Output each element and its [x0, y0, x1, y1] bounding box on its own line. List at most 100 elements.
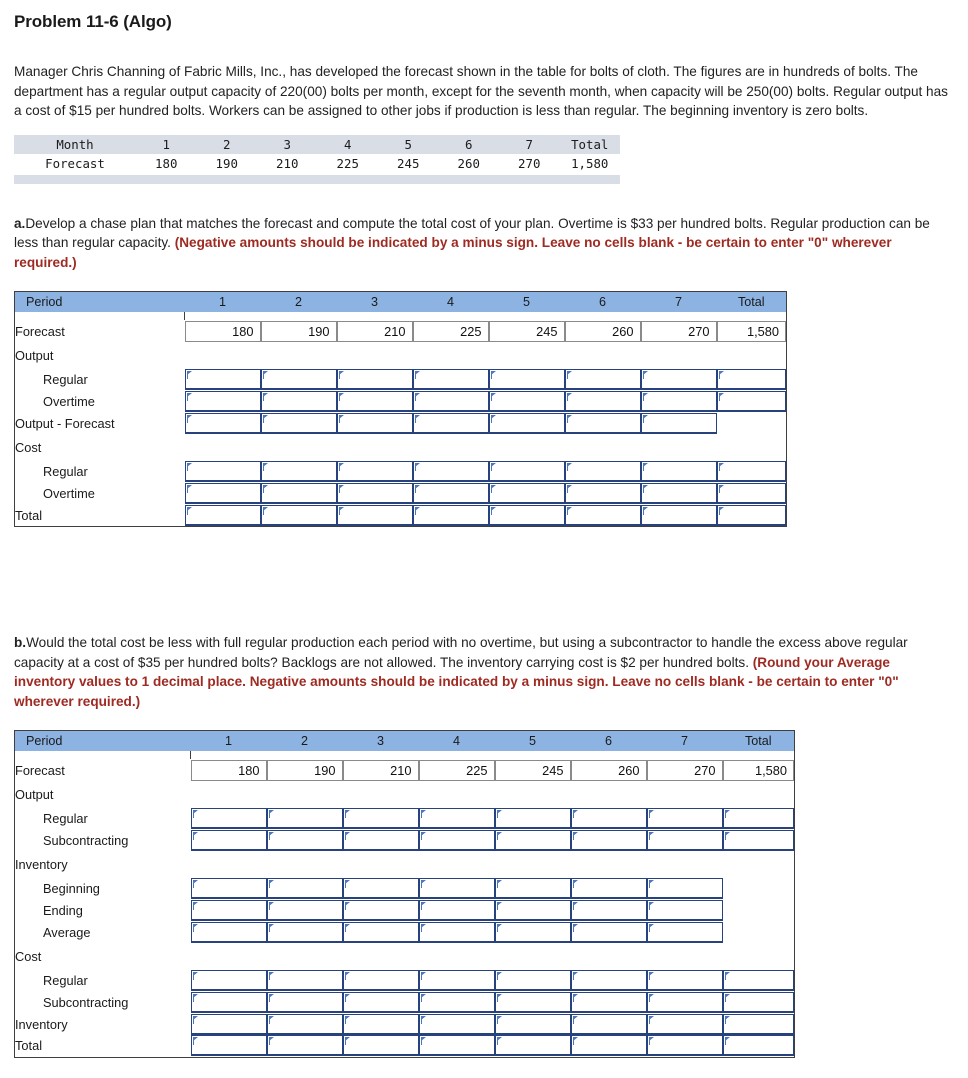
input-cell-a-overtime-p3[interactable] [336, 482, 413, 504]
input-cell-b-subcontracting-p6[interactable] [570, 829, 647, 851]
input-cell-a-regular-total[interactable] [716, 368, 786, 390]
input-cell-a-output-forecast-p1[interactable] [184, 412, 261, 434]
input-cell-b-regular-p3[interactable] [342, 807, 419, 829]
input-cell-a-regular-p3[interactable] [336, 368, 413, 390]
input-cell-b-regular-p6[interactable] [570, 807, 647, 829]
input-cell-b-ending-p2[interactable] [266, 899, 343, 921]
input-cell-a-regular-p7[interactable] [640, 460, 717, 482]
input-cell-b-inventory-p3[interactable] [342, 1013, 419, 1035]
input-cell-b-subcontracting-p1[interactable] [190, 829, 267, 851]
input-cell-b-regular-p7[interactable] [646, 807, 723, 829]
input-cell-a-overtime-p6[interactable] [564, 390, 641, 412]
input-cell-a-overtime-p1[interactable] [184, 390, 261, 412]
input-cell-a-regular-p4[interactable] [412, 368, 489, 390]
input-cell-b-total-p5[interactable] [494, 1035, 571, 1057]
input-cell-a-output-forecast-p4[interactable] [412, 412, 489, 434]
input-cell-a-overtime-total[interactable] [716, 390, 786, 412]
input-cell-a-regular-p5[interactable] [488, 368, 565, 390]
input-cell-b-regular-p3[interactable] [342, 969, 419, 991]
input-cell-b-inventory-p2[interactable] [266, 1013, 343, 1035]
input-cell-b-inventory-p6[interactable] [570, 1013, 647, 1035]
input-cell-a-overtime-p2[interactable] [260, 390, 337, 412]
input-cell-b-total-p1[interactable] [190, 1035, 267, 1057]
input-cell-a-overtime-p7[interactable] [640, 482, 717, 504]
input-cell-b-ending-p7[interactable] [646, 899, 723, 921]
input-cell-a-output-forecast-p5[interactable] [488, 412, 565, 434]
input-cell-b-inventory-p4[interactable] [418, 1013, 495, 1035]
input-cell-a-overtime-p1[interactable] [184, 482, 261, 504]
input-cell-b-total-total[interactable] [722, 1035, 794, 1057]
input-cell-a-total-p3[interactable] [336, 504, 413, 526]
input-cell-a-output-forecast-p2[interactable] [260, 412, 337, 434]
input-cell-b-regular-p1[interactable] [190, 969, 267, 991]
input-cell-b-regular-p4[interactable] [418, 969, 495, 991]
input-cell-b-inventory-p1[interactable] [190, 1013, 267, 1035]
input-cell-a-overtime-p6[interactable] [564, 482, 641, 504]
input-cell-a-overtime-p5[interactable] [488, 482, 565, 504]
input-cell-b-subcontracting-p2[interactable] [266, 991, 343, 1013]
input-cell-b-beginning-p2[interactable] [266, 877, 343, 899]
input-cell-a-total-p5[interactable] [488, 504, 565, 526]
input-cell-b-subcontracting-p2[interactable] [266, 829, 343, 851]
input-cell-b-subcontracting-p4[interactable] [418, 829, 495, 851]
input-cell-b-subcontracting-p7[interactable] [646, 991, 723, 1013]
input-cell-b-average-p3[interactable] [342, 921, 419, 943]
input-cell-a-output-forecast-p3[interactable] [336, 412, 413, 434]
input-cell-a-regular-p2[interactable] [260, 368, 337, 390]
input-cell-b-total-p6[interactable] [570, 1035, 647, 1057]
worksheet-b-table[interactable]: Period 1 2 3 4 5 6 7 Total Forecast 180 190 210 225 24… [14, 729, 795, 1058]
input-cell-b-beginning-p5[interactable] [494, 877, 571, 899]
input-cell-a-output-forecast-p6[interactable] [564, 412, 641, 434]
input-cell-a-overtime-total[interactable] [716, 482, 786, 504]
input-cell-b-regular-p1[interactable] [190, 807, 267, 829]
input-cell-a-total-p2[interactable] [260, 504, 337, 526]
input-cell-b-regular-p4[interactable] [418, 807, 495, 829]
input-cell-a-regular-p7[interactable] [640, 368, 717, 390]
input-cell-b-subcontracting-p5[interactable] [494, 991, 571, 1013]
input-cell-b-beginning-p6[interactable] [570, 877, 647, 899]
input-cell-b-average-p4[interactable] [418, 921, 495, 943]
input-cell-b-subcontracting-total[interactable] [722, 991, 794, 1013]
input-cell-b-subcontracting-p4[interactable] [418, 991, 495, 1013]
input-cell-b-inventory-p5[interactable] [494, 1013, 571, 1035]
input-cell-a-regular-p5[interactable] [488, 460, 565, 482]
input-cell-b-average-p5[interactable] [494, 921, 571, 943]
input-cell-b-inventory-p7[interactable] [646, 1013, 723, 1035]
input-cell-a-regular-p4[interactable] [412, 460, 489, 482]
input-cell-b-inventory-total[interactable] [722, 1013, 794, 1035]
input-cell-b-regular-total[interactable] [722, 807, 794, 829]
input-cell-b-ending-p3[interactable] [342, 899, 419, 921]
input-cell-b-total-p4[interactable] [418, 1035, 495, 1057]
input-cell-a-total-p6[interactable] [564, 504, 641, 526]
input-cell-a-total-p1[interactable] [184, 504, 261, 526]
input-cell-a-regular-total[interactable] [716, 460, 786, 482]
input-cell-a-total-p7[interactable] [640, 504, 717, 526]
input-cell-b-beginning-p4[interactable] [418, 877, 495, 899]
input-cell-b-average-p2[interactable] [266, 921, 343, 943]
worksheet-a-table[interactable]: Period 1 2 3 4 5 6 7 Total Forecast 180 190 210 225 24… [14, 290, 787, 527]
input-cell-b-ending-p5[interactable] [494, 899, 571, 921]
input-cell-b-subcontracting-p5[interactable] [494, 829, 571, 851]
input-cell-a-regular-p1[interactable] [184, 460, 261, 482]
input-cell-b-subcontracting-p3[interactable] [342, 829, 419, 851]
input-cell-b-beginning-p3[interactable] [342, 877, 419, 899]
input-cell-a-overtime-p4[interactable] [412, 482, 489, 504]
input-cell-b-beginning-p1[interactable] [190, 877, 267, 899]
input-cell-b-subcontracting-p1[interactable] [190, 991, 267, 1013]
input-cell-b-ending-p6[interactable] [570, 899, 647, 921]
input-cell-b-regular-p2[interactable] [266, 969, 343, 991]
input-cell-b-regular-total[interactable] [722, 969, 794, 991]
input-cell-a-regular-p6[interactable] [564, 460, 641, 482]
input-cell-a-regular-p6[interactable] [564, 368, 641, 390]
input-cell-b-regular-p6[interactable] [570, 969, 647, 991]
input-cell-a-overtime-p3[interactable] [336, 390, 413, 412]
input-cell-b-subcontracting-p7[interactable] [646, 829, 723, 851]
input-cell-b-subcontracting-p3[interactable] [342, 991, 419, 1013]
input-cell-b-regular-p7[interactable] [646, 969, 723, 991]
input-cell-a-overtime-p4[interactable] [412, 390, 489, 412]
input-cell-a-regular-p1[interactable] [184, 368, 261, 390]
input-cell-b-ending-p4[interactable] [418, 899, 495, 921]
input-cell-a-total-total[interactable] [716, 504, 786, 526]
input-cell-b-average-p1[interactable] [190, 921, 267, 943]
input-cell-a-overtime-p2[interactable] [260, 482, 337, 504]
